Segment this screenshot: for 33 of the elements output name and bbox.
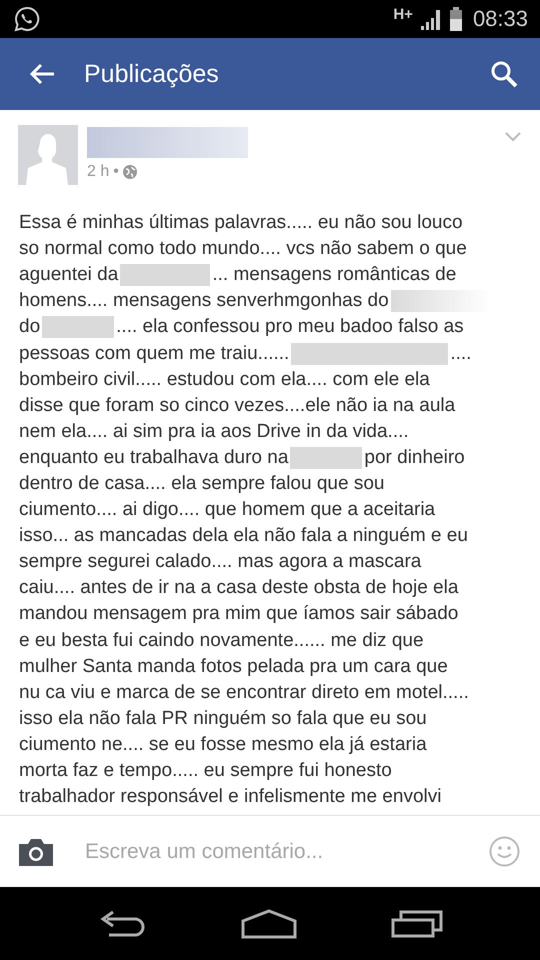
post-text: e eu besta fui caindo novamente...... me diz que [19, 630, 424, 652]
post-text: disse que foram so cinco vezes....ele não ia na aula [19, 394, 456, 417]
separator-dot: • [113, 163, 119, 181]
post-text: morta faz e tempo..... eu sempre fui honesto [19, 760, 392, 782]
post-text: .... ela confessou pro meu badoo falso as [116, 316, 464, 338]
post-text: nem ela.... ai sim pra ia aos Drive in da vida.... [19, 420, 409, 443]
post-text: Essa é minhas últimas palavras..... eu não sou louco [19, 212, 463, 234]
post-text: caiu.... antes de ir na a casa deste obsta de hoje ela [19, 577, 458, 600]
post-text: do [19, 316, 40, 338]
post-text: .... [450, 342, 472, 365]
post-text: ciumento.... ai digo.... que homem que a aceitaria [19, 499, 436, 522]
network-type: H+ [393, 6, 413, 23]
post-text: ciumento ne.... se eu fosse mesmo ela já estaria [19, 734, 427, 756]
page-title: Publicações [84, 60, 220, 88]
post-text: isso... as mancadas dela ela não fala a ninguém e eu [19, 525, 468, 548]
post-text: mulher Santa manda fotos pelada pra um cara que [19, 656, 448, 678]
post-text: ... mensagens românticas de [212, 264, 456, 286]
clock-time: 08:33 [472, 6, 528, 32]
post-time: 2 h [87, 163, 110, 181]
post-text: bombeiro civil..... estudou com ela.... com ele ela [19, 368, 430, 391]
post-text: mandou mensagem pra mim que íamos sair sábado [19, 603, 458, 626]
post-text: dentro de casa.... ela sempre falou que sou [19, 472, 384, 495]
post-text: nu ca viu e marca de se encontrar direto em motel..... [19, 682, 469, 704]
post-text: homens.... mensagens senverhmgonhas do [19, 290, 389, 312]
post-text: so normal como todo mundo.... vcs não sabem o que [19, 238, 467, 260]
post-text: isso ela não fala PR ninguém so fala que eu sou [19, 708, 427, 730]
comment-field[interactable]: Escreva um comentário... [83, 838, 489, 864]
post-text: enquanto eu trabalhava duro na [19, 446, 288, 469]
post-text: aguentei da [19, 264, 118, 286]
post-text: pessoas com quem me traiu...... [19, 342, 290, 365]
post-text: sempre segurei calado.... mas agora a mascara [19, 551, 422, 574]
post-text: trabalhador responsável e infelismente me envolvi [19, 786, 442, 808]
post-text: por dinheiro [364, 446, 465, 469]
